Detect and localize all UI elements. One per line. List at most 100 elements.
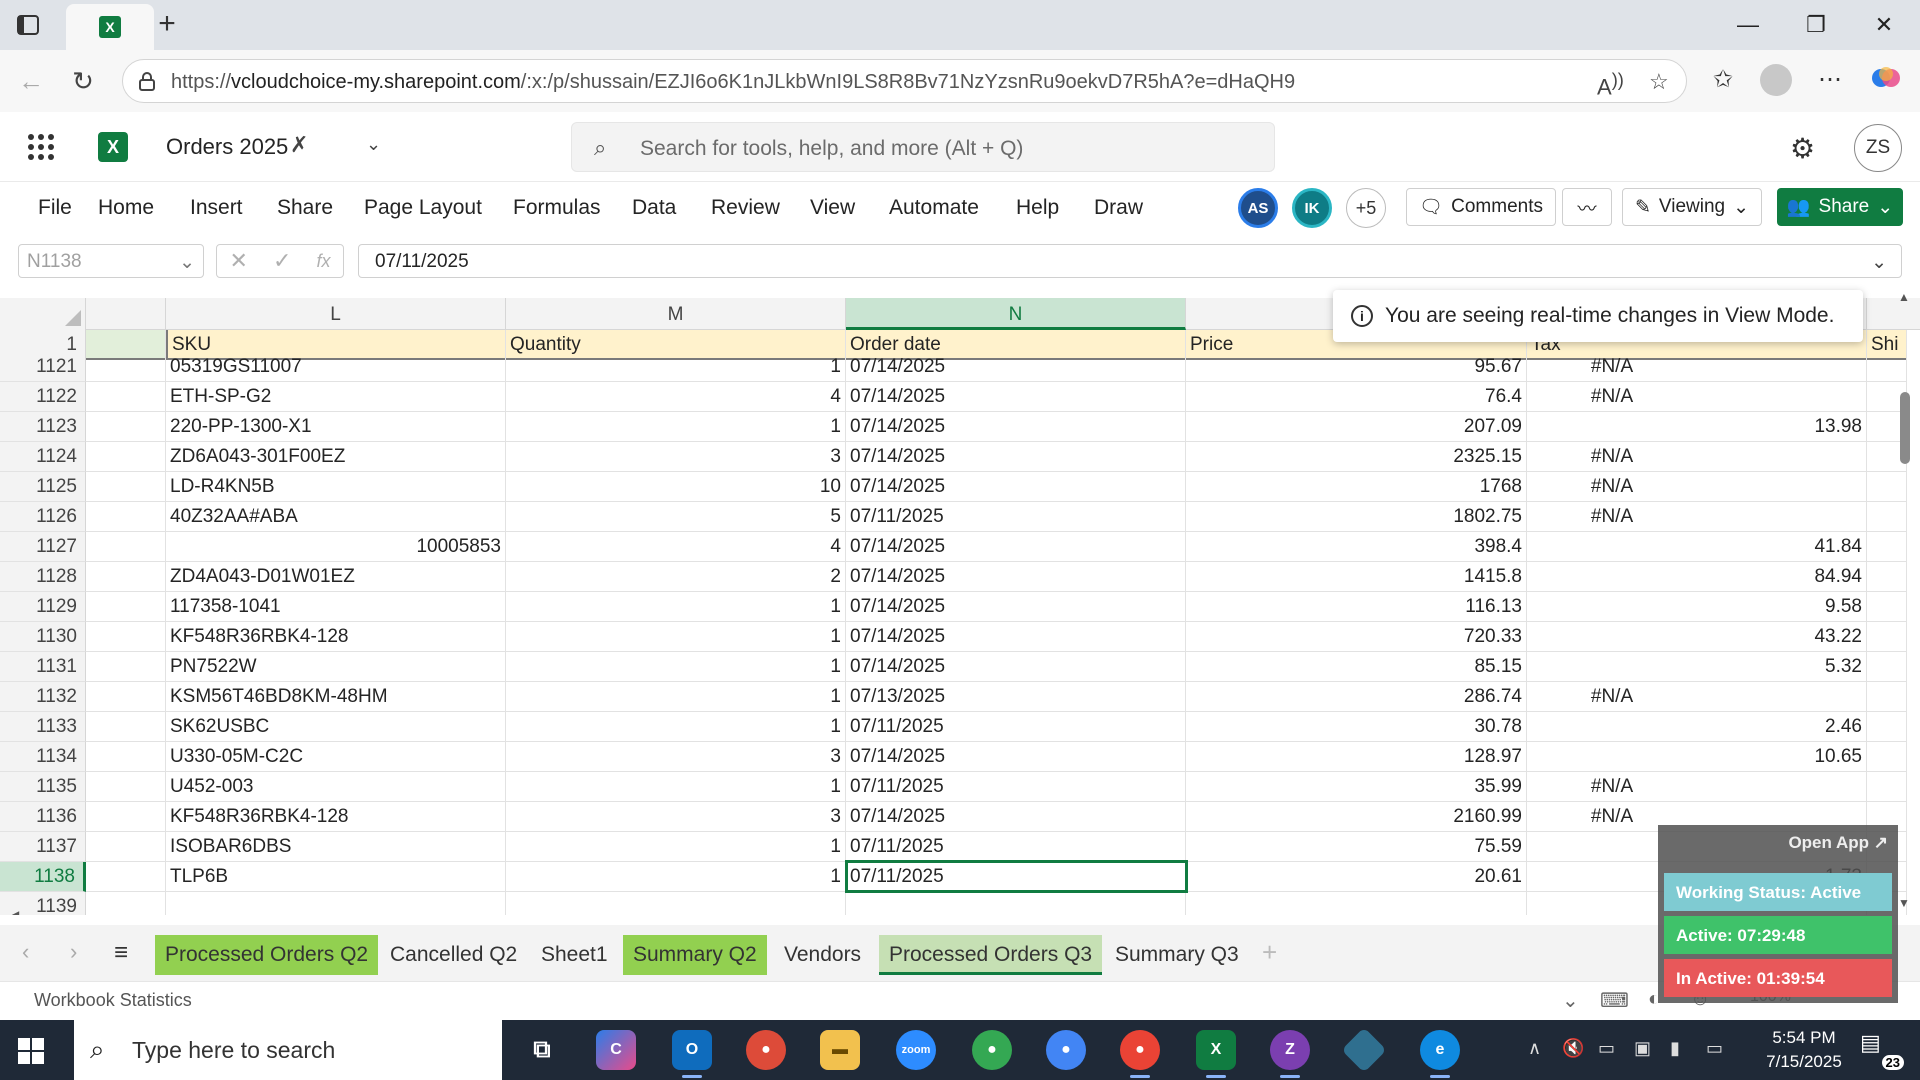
row-header[interactable]: 1132 <box>0 682 86 712</box>
tab-help[interactable]: Help <box>1016 196 1059 220</box>
row-header[interactable]: 1126 <box>0 502 86 532</box>
horizontal-scrollbar[interactable]: ◀ <box>0 908 1920 915</box>
cell-sku[interactable]: ZD6A043-301F00EZ <box>166 442 506 472</box>
read-aloud-icon[interactable]: A)) <box>1597 69 1624 100</box>
row-header[interactable]: 1134 <box>0 742 86 772</box>
cell-sku[interactable]: U452-003 <box>166 772 506 802</box>
cell-tax[interactable]: #N/A <box>1527 682 1697 712</box>
cell-tax[interactable] <box>1527 742 1697 772</box>
cell[interactable] <box>1867 562 1907 592</box>
cell[interactable] <box>86 622 166 652</box>
favorites-icon[interactable]: ✩ <box>1705 62 1741 98</box>
cell-date[interactable]: 07/13/2025 <box>846 682 1186 712</box>
task-view-icon[interactable]: ⧉ <box>522 1030 562 1070</box>
cell-tax[interactable] <box>1527 712 1697 742</box>
all-sheets-menu-icon[interactable]: ≡ <box>114 939 128 967</box>
cell-qty[interactable]: 3 <box>506 802 846 832</box>
cell-ship[interactable]: 9.58 <box>1697 592 1867 622</box>
cell-qty[interactable]: 1 <box>506 772 846 802</box>
sheet-tab-summary-q3[interactable]: Summary Q3 <box>1105 935 1249 975</box>
chevron-down-icon[interactable]: ⌄ <box>1562 988 1579 1013</box>
tab-file[interactable]: File <box>38 196 72 220</box>
spreadsheet-grid[interactable]: L M N 1 SKU Quantity Order date Price Ta… <box>0 298 1920 915</box>
chrome-profile-icon[interactable]: ● <box>1120 1030 1160 1078</box>
row-header[interactable]: 1131 <box>0 652 86 682</box>
column-header-n[interactable]: N <box>846 298 1186 330</box>
cell[interactable] <box>1867 682 1907 712</box>
tab-data[interactable]: Data <box>632 196 676 220</box>
taskbar-search-input[interactable]: ⌕ Type here to search <box>74 1020 502 1080</box>
workbook-statistics-button[interactable]: Workbook Statistics <box>34 990 192 1011</box>
cell-date[interactable]: 07/14/2025 <box>846 352 1186 382</box>
cell-date[interactable]: 07/11/2025 <box>846 772 1186 802</box>
activity-button[interactable]: 〰 <box>1562 188 1612 226</box>
cell[interactable] <box>86 862 166 892</box>
row-header[interactable]: 1135 <box>0 772 86 802</box>
cell-price[interactable]: 1768 <box>1186 472 1527 502</box>
favorite-star-icon[interactable]: ☆ <box>1649 69 1669 95</box>
cell[interactable] <box>1867 712 1907 742</box>
cell[interactable] <box>86 802 166 832</box>
tab-view[interactable]: View <box>810 196 855 220</box>
cell-price[interactable]: 286.74 <box>1186 682 1527 712</box>
tab-page-layout[interactable]: Page Layout <box>364 196 482 220</box>
cell-price[interactable]: 35.99 <box>1186 772 1527 802</box>
cell-sku[interactable]: KSM56T46BD8KM-48HM <box>166 682 506 712</box>
cell[interactable] <box>1867 622 1907 652</box>
cell-ship[interactable]: 5.32 <box>1697 652 1867 682</box>
cell-tax[interactable] <box>1527 562 1697 592</box>
open-app-button[interactable]: Open App ↗ <box>1788 833 1888 853</box>
cell-qty[interactable]: 1 <box>506 682 846 712</box>
tab-draw[interactable]: Draw <box>1094 196 1143 220</box>
chrome-profile-icon[interactable]: ● <box>1046 1030 1086 1070</box>
cell-price[interactable]: 75.59 <box>1186 832 1527 862</box>
app-diamond-icon[interactable] <box>1341 1027 1387 1073</box>
column-header-hidden[interactable] <box>86 298 166 330</box>
sheet-tab-cancelled-q2[interactable]: Cancelled Q2 <box>380 935 527 975</box>
cell-sku[interactable]: PN7522W <box>166 652 506 682</box>
row-header[interactable]: 1133 <box>0 712 86 742</box>
cell-qty[interactable] <box>506 892 846 915</box>
title-chevron-down-icon[interactable]: ⌄ <box>366 134 381 155</box>
cell-date[interactable]: 07/14/2025 <box>846 412 1186 442</box>
cell[interactable] <box>86 562 166 592</box>
battery-icon[interactable]: ▮ <box>1670 1038 1680 1059</box>
chrome-profile-icon[interactable]: Z <box>1270 1030 1310 1078</box>
cell-sku[interactable]: 220-PP-1300-X1 <box>166 412 506 442</box>
minimize-button[interactable]: — <box>1728 10 1768 40</box>
cell[interactable] <box>86 352 166 382</box>
cell-ship[interactable]: 41.84 <box>1697 532 1867 562</box>
row-header[interactable]: 1129 <box>0 592 86 622</box>
cell[interactable] <box>1867 592 1907 622</box>
cell-qty[interactable]: 4 <box>506 382 846 412</box>
cell-date[interactable]: 07/14/2025 <box>846 592 1186 622</box>
chrome-app-icon[interactable]: ● <box>972 1030 1012 1070</box>
share-button[interactable]: 👥 Share ⌄ <box>1777 188 1903 226</box>
cell[interactable] <box>86 712 166 742</box>
sheet-tab-summary-q2[interactable]: Summary Q2 <box>623 935 767 975</box>
scroll-up-icon[interactable]: ▲ <box>1898 290 1910 304</box>
refresh-icon[interactable]: ↻ <box>66 64 100 98</box>
cell[interactable] <box>1867 502 1907 532</box>
cell[interactable] <box>86 772 166 802</box>
cell-qty[interactable]: 1 <box>506 862 846 892</box>
cell-date[interactable]: 07/14/2025 <box>846 382 1186 412</box>
outlook-app-icon[interactable]: O <box>672 1030 712 1078</box>
expand-chevron-icon[interactable]: ⌄ <box>1871 251 1887 274</box>
cell[interactable] <box>86 442 166 472</box>
cell-price[interactable]: 76.4 <box>1186 382 1527 412</box>
windows-start-icon[interactable] <box>18 1038 44 1064</box>
row-header[interactable]: 1130 <box>0 622 86 652</box>
meet-icon[interactable]: ▭ <box>1598 1038 1615 1059</box>
copilot-icon[interactable] <box>1868 62 1904 98</box>
cell-price[interactable]: 1802.75 <box>1186 502 1527 532</box>
cell-price[interactable]: 398.4 <box>1186 532 1527 562</box>
tab-insert[interactable]: Insert <box>190 196 243 220</box>
cell-tax[interactable] <box>1527 532 1697 562</box>
row-header[interactable]: 1137 <box>0 832 86 862</box>
cell[interactable] <box>1867 772 1907 802</box>
cell-ship[interactable]: 84.94 <box>1697 562 1867 592</box>
cell-qty[interactable]: 5 <box>506 502 846 532</box>
show-hidden-icons[interactable]: ∧ <box>1528 1038 1541 1059</box>
cell[interactable] <box>86 382 166 412</box>
